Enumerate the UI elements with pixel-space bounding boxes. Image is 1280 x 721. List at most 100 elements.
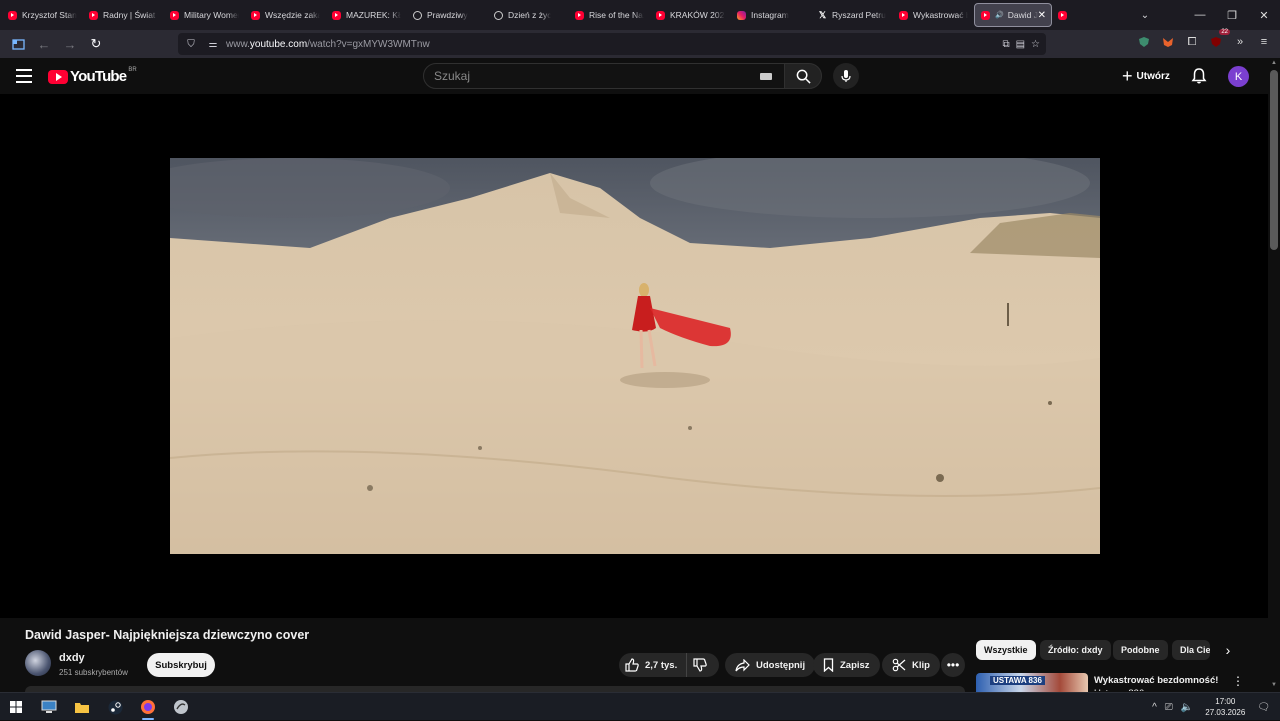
tab-label: Prawdziwy	[427, 10, 468, 20]
thumbnail-tag: USTAWA 836	[990, 676, 1045, 685]
clock-date: 27.03.2026	[1205, 708, 1246, 717]
subscribe-button[interactable]: Subskrybuj	[147, 653, 215, 677]
browser-tab[interactable]: Wykastrować b	[893, 3, 974, 27]
chip-source[interactable]: Źródło: dxdy	[1040, 640, 1111, 660]
chip-related[interactable]: Podobne	[1113, 640, 1168, 660]
instagram-favicon-icon	[737, 10, 746, 20]
restore-icon[interactable]: ❐	[1216, 9, 1248, 22]
voice-search-button[interactable]	[833, 63, 859, 89]
volume-icon[interactable]: 🔈	[1181, 702, 1193, 713]
share-icon	[735, 658, 750, 671]
browser-tab[interactable]: Prawdziwy	[407, 3, 488, 27]
recommendation-title[interactable]: Wykastrować bezdomność!	[1094, 675, 1218, 686]
steam-icon[interactable]	[103, 697, 127, 717]
scroll-down-icon[interactable]: ▼	[1271, 682, 1277, 688]
browser-tab[interactable]: Dzień z życ	[488, 3, 569, 27]
video-frame[interactable]	[170, 158, 1100, 554]
app-menu-icon[interactable]: ≡	[1256, 34, 1272, 50]
recommendation-thumbnail[interactable]: USTAWA 836	[976, 673, 1088, 692]
chevron-right-icon[interactable]: ›	[1220, 642, 1236, 658]
youtube-favicon-icon	[251, 10, 260, 20]
tab-label: Wykastrować b	[913, 10, 968, 20]
bookmark-star-icon[interactable]: ☆	[1031, 39, 1040, 50]
windows-taskbar: ^ ⎚ 🔈 17:00 27.03.2026 🗨	[0, 692, 1280, 720]
tab-label: Instagram	[751, 10, 789, 20]
clip-button[interactable]: Klip	[882, 653, 940, 677]
browser-tab[interactable]: Wszędzie zakaz	[245, 3, 326, 27]
permissions-icon[interactable]: ⚌	[204, 39, 222, 50]
tray-chevron-icon[interactable]: ^	[1152, 702, 1157, 713]
save-button[interactable]: Zapisz	[813, 653, 880, 677]
scroll-up-icon[interactable]: ▲	[1271, 60, 1277, 66]
subscriber-count: 251 subskrybentów	[59, 668, 128, 677]
sidebar-toggle-icon[interactable]	[6, 33, 30, 55]
windows-start-icon[interactable]	[4, 697, 28, 717]
scrollbar-thumb[interactable]	[1270, 70, 1278, 250]
account-avatar[interactable]: K	[1228, 66, 1249, 87]
search-icon	[796, 69, 811, 84]
clip-label: Klip	[912, 659, 930, 671]
notification-center-icon[interactable]: 🗨	[1257, 702, 1270, 713]
video-player[interactable]	[0, 94, 1268, 618]
channel-name[interactable]: dxdy	[59, 652, 85, 664]
youtube-favicon-icon	[981, 10, 990, 20]
close-window-icon[interactable]: ✕	[1248, 9, 1280, 22]
minimize-icon[interactable]: —	[1184, 9, 1216, 21]
tab-list-button[interactable]: ⌄	[1133, 3, 1157, 27]
like-button[interactable]: 2,7 tys.	[619, 653, 687, 677]
share-button[interactable]: Udostępnij	[725, 653, 816, 677]
this-pc-icon[interactable]	[37, 697, 61, 717]
youtube-favicon-icon	[656, 10, 665, 20]
browser-tab[interactable]: Rise of the Naz	[569, 3, 650, 27]
url-text[interactable]: www.youtube.com/watch?v=gxMYW3WMTnw	[226, 39, 430, 50]
keyboard-icon[interactable]	[760, 73, 772, 80]
page-scrollbar[interactable]: ▲ ▼	[1268, 58, 1280, 690]
more-vertical-icon[interactable]: ⋮	[1232, 673, 1244, 689]
clock-time: 17:00	[1215, 697, 1236, 706]
more-actions-button[interactable]: •••	[941, 653, 965, 677]
browser-tab[interactable]: 𝕏 Ryszard Petru	[812, 3, 893, 27]
tab-audio-icon[interactable]: 🔊	[995, 11, 1004, 19]
browser-tab[interactable]: Military Women	[164, 3, 245, 27]
like-dislike-group: 2,7 tys.	[619, 653, 719, 677]
extension-fox-icon[interactable]	[1160, 34, 1176, 50]
file-explorer-icon[interactable]	[70, 697, 94, 717]
extension-shield-icon[interactable]	[1136, 34, 1152, 50]
reload-icon[interactable]: ↻	[84, 33, 108, 55]
create-button[interactable]: + Utwórz	[1116, 65, 1176, 87]
notifications-bell-icon[interactable]	[1190, 67, 1208, 85]
url-bar[interactable]: ⛉ ⚌ www.youtube.com/watch?v=gxMYW3WMTnw …	[178, 33, 1046, 55]
pip-icon[interactable]: ⧉	[1002, 39, 1009, 50]
browser-tab[interactable]: Instagram	[731, 3, 812, 27]
extension-ublock-icon[interactable]: 22	[1208, 29, 1230, 50]
dislike-button[interactable]	[687, 653, 719, 677]
tab-close-icon[interactable]: ✕	[1038, 10, 1046, 21]
browser-tab[interactable]: MAZUREK: KŁO	[326, 3, 407, 27]
network-icon[interactable]: ⎚	[1165, 702, 1173, 713]
firefox-icon[interactable]	[136, 697, 160, 720]
save-label: Zapisz	[840, 659, 870, 671]
youtube-logo[interactable]: YouTube BR	[48, 67, 137, 85]
search-input[interactable]	[424, 64, 744, 88]
guide-menu-icon[interactable]	[16, 69, 32, 83]
app-bird-icon[interactable]	[169, 697, 193, 717]
chip-for-you[interactable]: Dla Ciebie	[1172, 640, 1210, 660]
forward-icon[interactable]: →	[58, 33, 82, 55]
browser-tab[interactable]	[1052, 3, 1133, 27]
browser-tab[interactable]: Radny | Świat w	[83, 3, 164, 27]
search-button[interactable]	[784, 63, 822, 89]
shield-icon[interactable]: ⛉	[182, 39, 200, 50]
browser-tab[interactable]: Krzysztof Stanc	[2, 3, 83, 27]
thumbs-up-icon	[625, 658, 639, 672]
overflow-chevrons-icon[interactable]: »	[1232, 34, 1248, 50]
channel-avatar[interactable]	[25, 650, 51, 676]
extensions-puzzle-icon[interactable]: ⧠	[1184, 34, 1200, 50]
youtube-favicon-icon	[170, 10, 179, 20]
browser-tab[interactable]: 🔊 Dawid J ✕	[974, 3, 1052, 27]
search-box[interactable]	[423, 63, 785, 89]
chip-all[interactable]: Wszystkie	[976, 640, 1036, 660]
clock[interactable]: 17:00 27.03.2026	[1205, 696, 1245, 718]
back-icon[interactable]: ←	[32, 33, 56, 55]
browser-tab[interactable]: KRAKÓW 2026	[650, 3, 731, 27]
reader-view-icon[interactable]: ▤	[1016, 39, 1025, 50]
